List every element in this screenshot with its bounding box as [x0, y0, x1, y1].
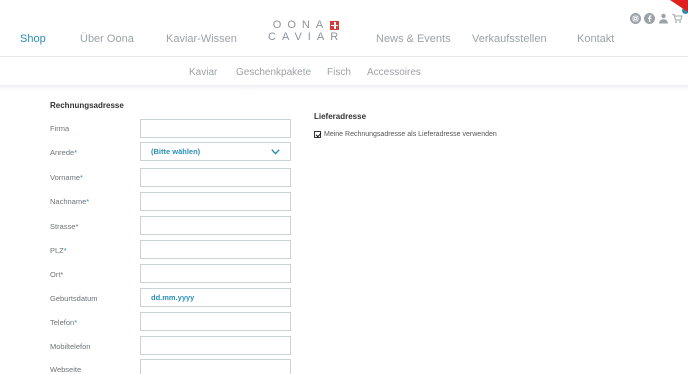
anrede-label: Anrede* [50, 148, 78, 157]
anrede-select[interactable]: (Bitte wählen) [140, 142, 291, 161]
nav-verkaufsstellen[interactable]: Verkaufsstellen [472, 33, 547, 45]
nachname-label: Nachname* [50, 197, 90, 206]
nav-divider [0, 56, 688, 57]
telefon-input[interactable] [140, 312, 291, 331]
strasse-input[interactable] [140, 216, 291, 235]
instagram-icon[interactable] [630, 13, 641, 24]
same-address-option[interactable]: Meine Rechnungsadresse als Lieferadresse… [314, 131, 497, 138]
logo-line-oona: OONA [272, 19, 330, 31]
same-address-checkbox[interactable] [314, 131, 321, 138]
swiss-cross-icon [330, 20, 340, 30]
plz-input[interactable] [140, 240, 291, 259]
strasse-label: Strasse* [50, 222, 79, 231]
subnav-accessoires[interactable]: Accessoires [367, 67, 421, 78]
header-shadow-band [0, 85, 688, 91]
red-arrow-icon [670, 0, 688, 12]
vorname-label: Vorname* [50, 173, 83, 182]
mobiltelefon-label: Mobiltelefon [50, 342, 91, 351]
firma-label: Firma [50, 124, 70, 133]
oona-caviar-logo[interactable]: OONA CAVIAR [268, 19, 344, 43]
main-navigation: Shop Über Oona Kaviar-Wissen News & Even… [0, 0, 688, 60]
billing-title: Rechnungsadresse [50, 101, 124, 110]
nav-ueber-oona[interactable]: Über Oona [80, 33, 134, 45]
nachname-input[interactable] [140, 192, 291, 211]
chevron-down-icon [271, 148, 280, 155]
geburtsdatum-label: Geburtsdatum [50, 294, 98, 303]
logo-line-caviar: CAVIAR [268, 31, 345, 43]
header-icons [630, 13, 683, 24]
plz-label: PLZ* [50, 246, 67, 255]
webseite-input[interactable] [140, 359, 291, 374]
nav-kontakt[interactable]: Kontakt [577, 33, 614, 45]
vorname-input[interactable] [140, 168, 291, 187]
nav-kaviar-wissen[interactable]: Kaviar-Wissen [166, 33, 237, 45]
cart-icon[interactable] [672, 13, 683, 24]
telefon-label: Telefon* [50, 318, 78, 327]
nav-shop[interactable]: Shop [20, 33, 46, 45]
subnav-geschenkpakete[interactable]: Geschenkpakete [236, 67, 311, 78]
anrede-selected-value: (Bitte wählen) [151, 147, 201, 156]
webseite-label: Webseite [50, 365, 82, 374]
firma-input[interactable] [140, 119, 291, 138]
user-icon[interactable] [658, 13, 669, 24]
mobiltelefon-input[interactable] [140, 336, 291, 355]
subnav-kaviar[interactable]: Kaviar [189, 67, 217, 78]
subnav-fisch[interactable]: Fisch [327, 67, 351, 78]
nav-news-events[interactable]: News & Events [376, 33, 451, 45]
geburtsdatum-input[interactable] [140, 288, 291, 307]
shipping-title: Lieferadresse [314, 112, 367, 121]
ort-label: Ort* [50, 270, 64, 279]
facebook-icon[interactable] [644, 13, 655, 24]
same-address-label: Meine Rechnungsadresse als Lieferadresse… [324, 131, 497, 138]
ort-input[interactable] [140, 264, 291, 283]
